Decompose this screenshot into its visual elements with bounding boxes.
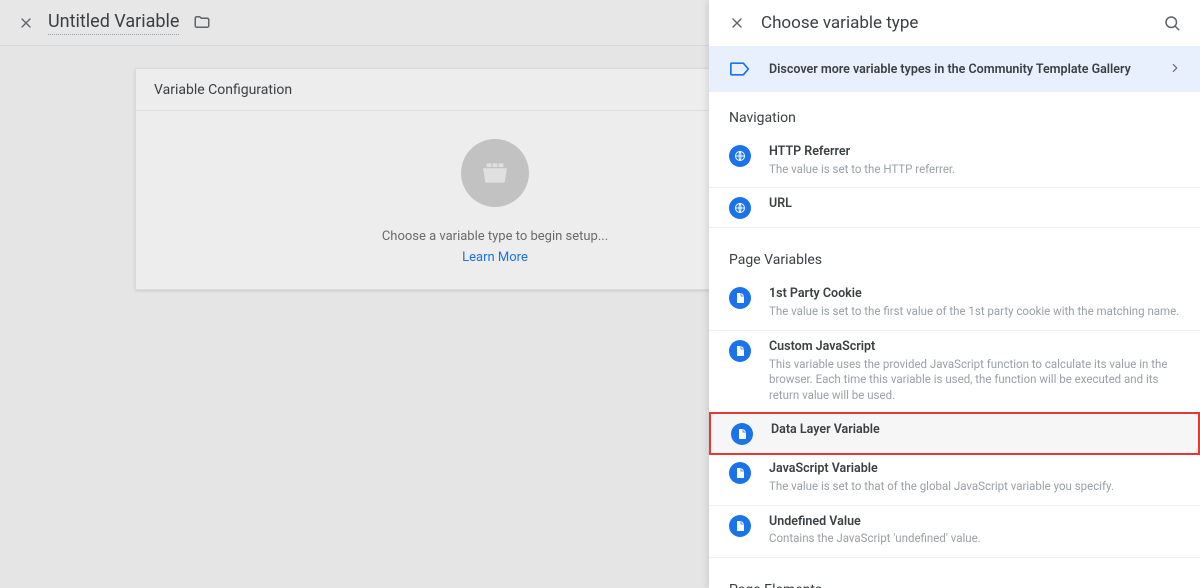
globe-icon	[729, 145, 751, 167]
tag-placeholder-icon	[461, 139, 529, 207]
page-icon	[731, 423, 753, 445]
page-icon	[729, 287, 751, 309]
panel-close-button[interactable]	[713, 1, 761, 45]
placeholder-text: Choose a variable type to begin setup...	[382, 229, 608, 244]
section-title: Page Elements	[709, 582, 1200, 588]
section-title: Navigation	[709, 110, 1200, 136]
variable-type-item[interactable]: Data Layer Variable	[711, 414, 1198, 453]
variable-type-item[interactable]: JavaScript VariableThe value is set to t…	[709, 453, 1200, 505]
variable-type-item[interactable]: Undefined ValueContains the JavaScript '…	[709, 506, 1200, 558]
learn-more-link[interactable]: Learn More	[462, 250, 528, 265]
chevron-right-icon	[1168, 60, 1182, 79]
close-icon	[729, 15, 745, 31]
variable-type-item[interactable]: URL	[709, 188, 1200, 228]
variable-type-desc: The value is set to the HTTP referrer.	[769, 162, 1180, 178]
section-title: Page Variables	[709, 252, 1200, 278]
editor-close-button[interactable]	[4, 1, 48, 45]
search-button[interactable]	[1152, 3, 1192, 43]
panel-body: NavigationHTTP ReferrerThe value is set …	[709, 92, 1200, 588]
variable-type-name: HTTP Referrer	[769, 144, 1180, 161]
variable-type-name: Custom JavaScript	[769, 339, 1180, 356]
folder-icon[interactable]	[193, 13, 213, 33]
close-icon	[18, 15, 34, 31]
page-icon	[729, 462, 751, 484]
globe-icon	[729, 197, 751, 219]
variable-type-name: 1st Party Cookie	[769, 286, 1180, 303]
variable-title-input[interactable]: Untitled Variable	[48, 11, 179, 35]
discover-text: Discover more variable types in the Comm…	[769, 62, 1168, 77]
variable-type-desc: This variable uses the provided JavaScri…	[769, 357, 1180, 404]
discover-banner[interactable]: Discover more variable types in the Comm…	[709, 46, 1200, 92]
variable-type-item[interactable]: Custom JavaScriptThis variable uses the …	[709, 331, 1200, 414]
variable-type-desc: The value is set to that of the global J…	[769, 479, 1180, 495]
page-icon	[729, 340, 751, 362]
variable-type-panel: Choose variable type Discover more varia…	[709, 0, 1200, 588]
variable-type-item[interactable]: HTTP ReferrerThe value is set to the HTT…	[709, 136, 1200, 188]
variable-type-item[interactable]: 1st Party CookieThe value is set to the …	[709, 278, 1200, 330]
label-icon	[729, 58, 751, 80]
variable-type-name: Data Layer Variable	[771, 422, 1178, 439]
variable-type-desc: Contains the JavaScript 'undefined' valu…	[769, 531, 1180, 547]
page-icon	[729, 515, 751, 537]
variable-type-name: URL	[769, 196, 1180, 213]
variable-type-name: Undefined Value	[769, 514, 1180, 531]
panel-header: Choose variable type	[709, 0, 1200, 46]
variable-type-name: JavaScript Variable	[769, 461, 1180, 478]
variable-type-desc: The value is set to the first value of t…	[769, 304, 1180, 320]
search-icon	[1163, 14, 1181, 32]
panel-title: Choose variable type	[761, 13, 1152, 33]
